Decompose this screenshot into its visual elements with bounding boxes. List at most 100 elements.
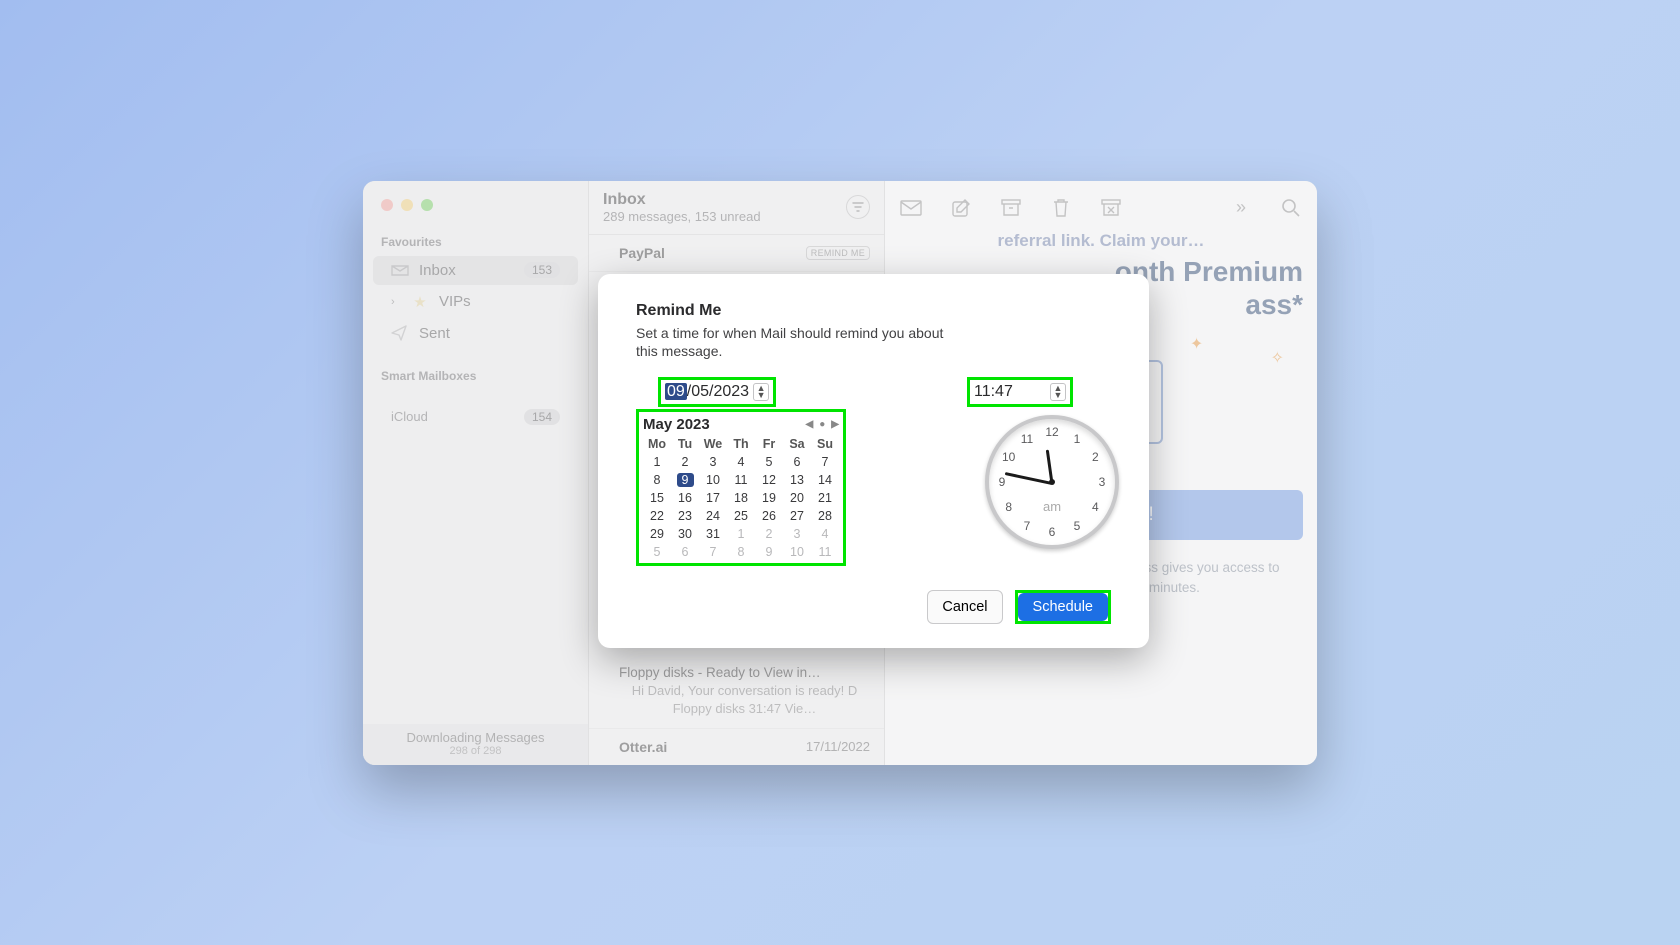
calendar-day[interactable]: 8 xyxy=(727,543,755,561)
time-input[interactable]: 11:47 xyxy=(974,383,1046,401)
zoom-window-button[interactable] xyxy=(421,199,433,211)
calendar-day[interactable]: 31 xyxy=(699,525,727,543)
calendar-day[interactable]: 26 xyxy=(755,507,783,525)
calendar-day[interactable]: 23 xyxy=(671,507,699,525)
calendar-day[interactable]: 25 xyxy=(727,507,755,525)
calendar-day[interactable]: 29 xyxy=(643,525,671,543)
envelope-icon[interactable] xyxy=(899,196,923,220)
calendar-day[interactable]: 6 xyxy=(671,543,699,561)
calendar-day[interactable]: 2 xyxy=(755,525,783,543)
message-item-floppy[interactable]: Floppy disks - Ready to View in… Hi Davi… xyxy=(589,652,884,728)
clock-minute-hand[interactable] xyxy=(1005,472,1053,485)
calendar-dow: We xyxy=(699,435,727,453)
sidebar-item-vips[interactable]: › ★ VIPs xyxy=(373,287,578,317)
calendar-dow: Th xyxy=(727,435,755,453)
sent-label: Sent xyxy=(419,325,560,342)
calendar-next-icon[interactable]: ▶ xyxy=(831,419,839,430)
calendar-day[interactable]: 21 xyxy=(811,489,839,507)
calendar-day[interactable]: 6 xyxy=(783,453,811,471)
calendar-day[interactable]: 5 xyxy=(643,543,671,561)
more-icon[interactable]: » xyxy=(1229,196,1253,220)
calendar-day[interactable]: 8 xyxy=(643,471,671,489)
calendar-day[interactable]: 14 xyxy=(811,471,839,489)
schedule-button[interactable]: Schedule xyxy=(1018,593,1108,621)
calendar-day[interactable]: 19 xyxy=(755,489,783,507)
calendar-day[interactable]: 4 xyxy=(727,453,755,471)
calendar-day[interactable]: 16 xyxy=(671,489,699,507)
calendar-day[interactable]: 1 xyxy=(727,525,755,543)
schedule-highlight: Schedule xyxy=(1015,590,1111,624)
clock-pin xyxy=(1049,479,1055,485)
date-input[interactable]: 09/05/2023 xyxy=(665,383,749,401)
calendar-day[interactable]: 17 xyxy=(699,489,727,507)
downloading-status: Downloading Messages 298 of 298 xyxy=(363,724,588,765)
calendar-day[interactable]: 12 xyxy=(755,471,783,489)
calendar-day[interactable]: 11 xyxy=(727,471,755,489)
remind-me-dialog: Remind Me Set a time for when Mail shoul… xyxy=(598,274,1149,649)
search-icon[interactable] xyxy=(1279,196,1303,220)
date-day-selected[interactable]: 09 xyxy=(665,383,687,400)
dialog-title: Remind Me xyxy=(636,302,1111,320)
calendar-day[interactable]: 4 xyxy=(811,525,839,543)
list-subtitle: 289 messages, 153 unread xyxy=(603,209,846,224)
calendar-day[interactable]: 11 xyxy=(811,543,839,561)
message-item-paypal[interactable]: PayPal REMIND ME xyxy=(589,235,884,272)
stepper-down-icon[interactable]: ▼ xyxy=(1051,392,1065,399)
calendar-day[interactable]: 30 xyxy=(671,525,699,543)
calendar-day[interactable]: 22 xyxy=(643,507,671,525)
calendar-dow: Sa xyxy=(783,435,811,453)
calendar-day[interactable]: 18 xyxy=(727,489,755,507)
clock-number: 1 xyxy=(1074,432,1081,446)
close-window-button[interactable] xyxy=(381,199,393,211)
date-stepper[interactable]: ▲▼ xyxy=(753,383,769,401)
sparkle-icon: ✦ xyxy=(1190,334,1203,354)
calendar-day[interactable]: 10 xyxy=(783,543,811,561)
compose-icon[interactable] xyxy=(949,196,973,220)
calendar-prev-icon[interactable]: ◀ xyxy=(806,419,814,430)
message-subject: Floppy disks - Ready to View in… xyxy=(619,665,870,680)
calendar-day[interactable]: 20 xyxy=(783,489,811,507)
sidebar-item-icloud[interactable]: iCloud 154 xyxy=(373,403,578,431)
downloading-progress: 298 of 298 xyxy=(363,745,588,757)
message-sender: Otter.ai xyxy=(619,739,806,755)
clock-number: 10 xyxy=(1002,450,1015,464)
calendar-dow: Mo xyxy=(643,435,671,453)
calendar-day[interactable]: 5 xyxy=(755,453,783,471)
junk-icon[interactable] xyxy=(1099,196,1123,220)
clock-number: 4 xyxy=(1092,500,1099,514)
promo-line1: referral link. Claim your… xyxy=(899,231,1303,251)
trash-icon[interactable] xyxy=(1049,196,1073,220)
calendar-day[interactable]: 28 xyxy=(811,507,839,525)
remind-me-tag: REMIND ME xyxy=(806,246,870,260)
calendar-day[interactable]: 15 xyxy=(643,489,671,507)
calendar-day[interactable]: 24 xyxy=(699,507,727,525)
calendar-day[interactable]: 10 xyxy=(699,471,727,489)
calendar-dow: Tu xyxy=(671,435,699,453)
calendar-today-icon[interactable]: ● xyxy=(819,419,825,430)
calendar-day[interactable]: 2 xyxy=(671,453,699,471)
calendar-day[interactable]: 13 xyxy=(783,471,811,489)
cancel-button[interactable]: Cancel xyxy=(927,590,1002,624)
calendar-day[interactable]: 9 xyxy=(671,471,699,489)
list-title: Inbox xyxy=(603,191,846,209)
calendar-day[interactable]: 1 xyxy=(643,453,671,471)
stepper-down-icon[interactable]: ▼ xyxy=(754,392,768,399)
time-stepper[interactable]: ▲▼ xyxy=(1050,383,1066,401)
clock-face[interactable]: am 121234567891011 xyxy=(985,415,1119,549)
archive-icon[interactable] xyxy=(999,196,1023,220)
message-item-otter[interactable]: Otter.ai 17/11/2022 xyxy=(589,729,884,765)
minimize-window-button[interactable] xyxy=(401,199,413,211)
calendar-day[interactable]: 3 xyxy=(699,453,727,471)
sidebar-item-sent[interactable]: Sent xyxy=(373,319,578,348)
sidebar-item-inbox[interactable]: Inbox 153 xyxy=(373,256,578,285)
clock-ampm: am xyxy=(1043,499,1061,514)
calendar-day[interactable]: 3 xyxy=(783,525,811,543)
calendar-day[interactable]: 9 xyxy=(755,543,783,561)
calendar-day[interactable]: 27 xyxy=(783,507,811,525)
calendar-day[interactable]: 7 xyxy=(699,543,727,561)
inbox-icon xyxy=(391,263,409,277)
calendar-day[interactable]: 7 xyxy=(811,453,839,471)
filter-icon[interactable] xyxy=(846,195,870,219)
clock-number: 7 xyxy=(1024,519,1031,533)
message-list-header: Inbox 289 messages, 153 unread xyxy=(589,181,884,235)
